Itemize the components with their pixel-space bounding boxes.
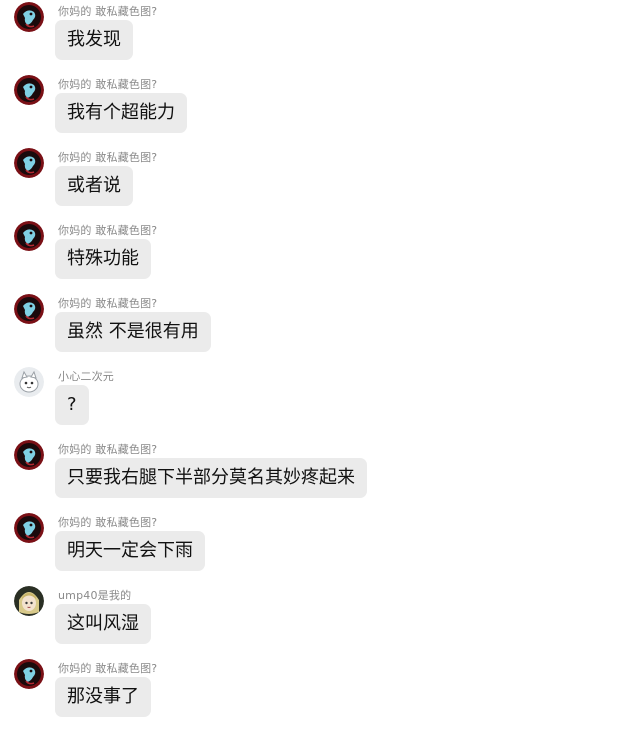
- message-bubble[interactable]: 我发现: [55, 20, 133, 60]
- message-bubble[interactable]: 特殊功能: [55, 239, 151, 279]
- sender-name: 你妈的 敢私藏色图?: [58, 5, 158, 18]
- chat-message: 你妈的 敢私藏色图? 虽然 不是很有用: [0, 292, 617, 365]
- chat-message: 你妈的 敢私藏色图? 我发现: [0, 0, 617, 73]
- chat-message: 你妈的 敢私藏色图? 明天一定会下雨: [0, 511, 617, 584]
- chat-message: 小心二次元 ?: [0, 365, 617, 438]
- message-bubble[interactable]: ?: [55, 385, 89, 425]
- red-bird-avatar[interactable]: [14, 221, 44, 251]
- message-bubble[interactable]: 这叫风湿: [55, 604, 151, 644]
- red-bird-avatar[interactable]: [14, 148, 44, 178]
- sender-name: 你妈的 敢私藏色图?: [58, 224, 158, 237]
- chat-message: 你妈的 敢私藏色图? 特殊功能: [0, 219, 617, 292]
- sender-name: 你妈的 敢私藏色图?: [58, 78, 158, 91]
- sender-name: 你妈的 敢私藏色图?: [58, 443, 158, 456]
- message-bubble[interactable]: 我有个超能力: [55, 93, 187, 133]
- red-bird-avatar[interactable]: [14, 294, 44, 324]
- chat-message: 你妈的 敢私藏色图? 我有个超能力: [0, 73, 617, 146]
- red-bird-avatar[interactable]: [14, 659, 44, 689]
- chat-message: 你妈的 敢私藏色图? 那没事了: [0, 657, 617, 730]
- anime-girl-avatar[interactable]: [14, 586, 44, 616]
- red-bird-avatar[interactable]: [14, 75, 44, 105]
- red-bird-avatar[interactable]: [14, 2, 44, 32]
- chat-message: ump40是我的 这叫风湿: [0, 584, 617, 657]
- message-bubble[interactable]: 或者说: [55, 166, 133, 206]
- chat-message-list: 你妈的 敢私藏色图? 我发现 你妈的 敢私藏色图? 我有个超能力 你妈的 敢私藏…: [0, 0, 617, 724]
- message-bubble[interactable]: 那没事了: [55, 677, 151, 717]
- red-bird-avatar[interactable]: [14, 440, 44, 470]
- sender-name: 你妈的 敢私藏色图?: [58, 297, 158, 310]
- sender-name: 你妈的 敢私藏色图?: [58, 662, 158, 675]
- sender-name: 小心二次元: [58, 370, 114, 383]
- message-bubble[interactable]: 只要我右腿下半部分莫名其妙疼起来: [55, 458, 367, 498]
- white-animal-avatar[interactable]: [14, 367, 44, 397]
- sender-name: 你妈的 敢私藏色图?: [58, 151, 158, 164]
- red-bird-avatar[interactable]: [14, 513, 44, 543]
- sender-name: 你妈的 敢私藏色图?: [58, 516, 158, 529]
- chat-message: 你妈的 敢私藏色图? 或者说: [0, 146, 617, 219]
- sender-name: ump40是我的: [58, 589, 132, 602]
- message-bubble[interactable]: 虽然 不是很有用: [55, 312, 211, 352]
- message-bubble[interactable]: 明天一定会下雨: [55, 531, 205, 571]
- chat-message: 你妈的 敢私藏色图? 只要我右腿下半部分莫名其妙疼起来: [0, 438, 617, 511]
